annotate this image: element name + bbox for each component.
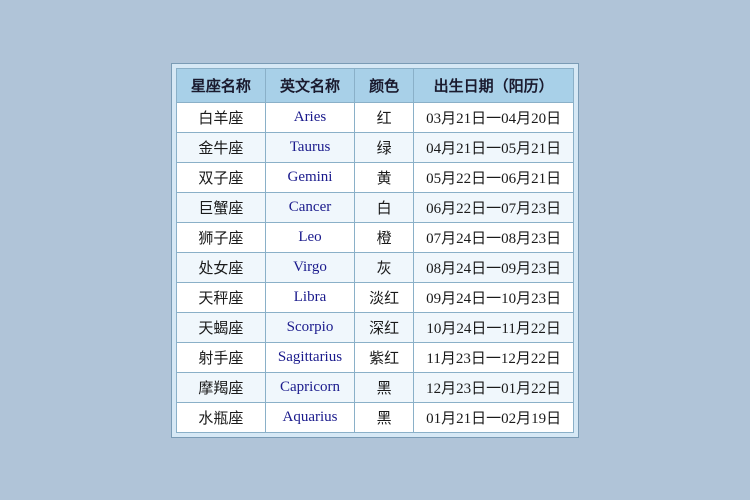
cell-color: 灰 [355,252,414,282]
zodiac-table: 星座名称 英文名称 颜色 出生日期（阳历） 白羊座Aries红03月21日一04… [176,68,574,433]
table-row: 天蝎座Scorpio深红10月24日一11月22日 [176,312,573,342]
cell-color: 深红 [355,312,414,342]
table-header-row: 星座名称 英文名称 颜色 出生日期（阳历） [176,68,573,102]
cell-english-name: Capricorn [265,372,354,402]
table-row: 射手座Sagittarius紫红11月23日一12月22日 [176,342,573,372]
table-row: 摩羯座Capricorn黑12月23日一01月22日 [176,372,573,402]
table-row: 双子座Gemini黄05月22日一06月21日 [176,162,573,192]
table-row: 天秤座Libra淡红09月24日一10月23日 [176,282,573,312]
cell-english-name: Cancer [265,192,354,222]
cell-dates: 06月22日一07月23日 [414,192,574,222]
cell-english-name: Libra [265,282,354,312]
table-row: 水瓶座Aquarius黑01月21日一02月19日 [176,402,573,432]
cell-english-name: Gemini [265,162,354,192]
cell-dates: 10月24日一11月22日 [414,312,574,342]
cell-chinese-name: 水瓶座 [176,402,265,432]
cell-color: 紫红 [355,342,414,372]
table-row: 金牛座Taurus绿04月21日一05月21日 [176,132,573,162]
cell-dates: 07月24日一08月23日 [414,222,574,252]
header-birth-date: 出生日期（阳历） [414,68,574,102]
cell-chinese-name: 射手座 [176,342,265,372]
cell-english-name: Sagittarius [265,342,354,372]
cell-color: 黑 [355,372,414,402]
cell-chinese-name: 巨蟹座 [176,192,265,222]
cell-dates: 09月24日一10月23日 [414,282,574,312]
header-color: 颜色 [355,68,414,102]
cell-color: 黑 [355,402,414,432]
cell-color: 黄 [355,162,414,192]
cell-english-name: Aquarius [265,402,354,432]
cell-dates: 08月24日一09月23日 [414,252,574,282]
cell-english-name: Taurus [265,132,354,162]
cell-color: 红 [355,102,414,132]
cell-dates: 03月21日一04月20日 [414,102,574,132]
table-body: 白羊座Aries红03月21日一04月20日金牛座Taurus绿04月21日一0… [176,102,573,432]
cell-english-name: Scorpio [265,312,354,342]
cell-color: 橙 [355,222,414,252]
cell-dates: 11月23日一12月22日 [414,342,574,372]
cell-english-name: Aries [265,102,354,132]
cell-chinese-name: 双子座 [176,162,265,192]
cell-chinese-name: 天蝎座 [176,312,265,342]
cell-english-name: Leo [265,222,354,252]
cell-dates: 04月21日一05月21日 [414,132,574,162]
cell-chinese-name: 摩羯座 [176,372,265,402]
cell-dates: 12月23日一01月22日 [414,372,574,402]
table-row: 巨蟹座Cancer白06月22日一07月23日 [176,192,573,222]
cell-chinese-name: 白羊座 [176,102,265,132]
cell-color: 淡红 [355,282,414,312]
header-english-name: 英文名称 [265,68,354,102]
table-row: 白羊座Aries红03月21日一04月20日 [176,102,573,132]
cell-english-name: Virgo [265,252,354,282]
header-chinese-name: 星座名称 [176,68,265,102]
zodiac-table-container: 星座名称 英文名称 颜色 出生日期（阳历） 白羊座Aries红03月21日一04… [171,63,579,438]
cell-chinese-name: 狮子座 [176,222,265,252]
cell-dates: 05月22日一06月21日 [414,162,574,192]
cell-color: 白 [355,192,414,222]
table-row: 处女座Virgo灰08月24日一09月23日 [176,252,573,282]
cell-chinese-name: 处女座 [176,252,265,282]
cell-color: 绿 [355,132,414,162]
cell-chinese-name: 天秤座 [176,282,265,312]
cell-chinese-name: 金牛座 [176,132,265,162]
cell-dates: 01月21日一02月19日 [414,402,574,432]
table-row: 狮子座Leo橙07月24日一08月23日 [176,222,573,252]
